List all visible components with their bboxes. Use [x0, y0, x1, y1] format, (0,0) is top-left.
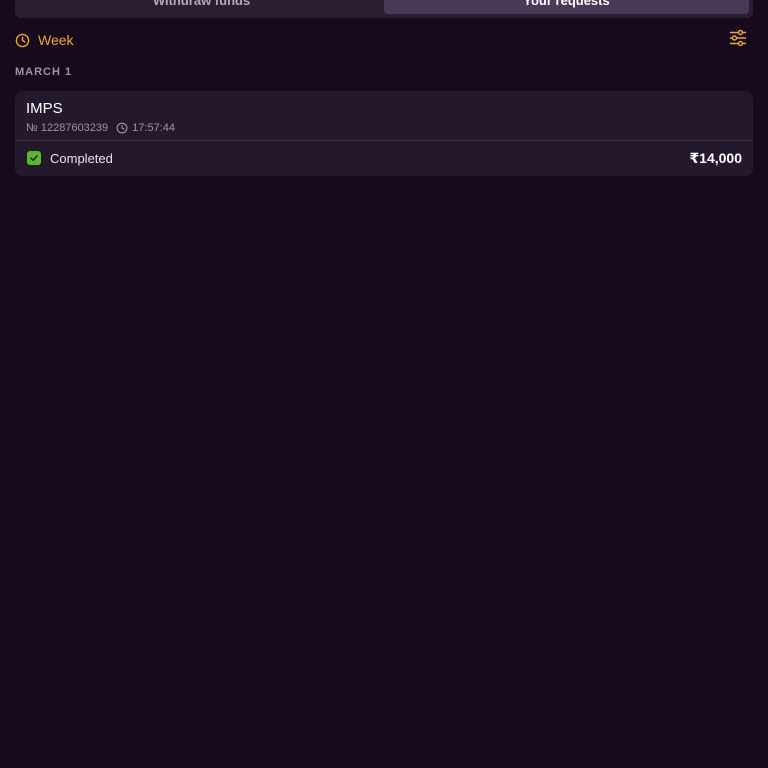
sliders-icon [729, 29, 747, 52]
transaction-time: 17:57:44 [132, 122, 175, 134]
status-text: Completed [50, 150, 113, 166]
tab-bar: Withdraw funds Your requests [15, 0, 753, 18]
period-label: Week [38, 32, 74, 48]
transaction-details: IMPS № 12287603239 17:57:44 [15, 91, 753, 141]
transaction-number: № 12287603239 [26, 122, 109, 134]
transaction-meta: № 12287603239 17:57:44 [26, 122, 742, 134]
check-icon [27, 151, 41, 165]
transaction-status-row: Completed ₹14,000 [15, 141, 753, 175]
period-selector[interactable]: Week [15, 31, 74, 49]
payment-method: IMPS [26, 100, 63, 117]
transaction-card[interactable]: IMPS № 12287603239 17:57:44 Completed ₹1… [15, 91, 753, 176]
requests-screen: Withdraw funds Your requests Week MARCH … [0, 0, 768, 768]
clock-icon [116, 122, 128, 134]
clock-icon [15, 33, 30, 48]
filter-button[interactable] [728, 29, 748, 52]
transaction-amount: ₹14,000 [689, 149, 742, 166]
tab-withdraw-funds[interactable]: Withdraw funds [19, 0, 384, 14]
tab-your-requests[interactable]: Your requests [384, 0, 749, 14]
date-group-header: MARCH 1 [15, 66, 73, 78]
